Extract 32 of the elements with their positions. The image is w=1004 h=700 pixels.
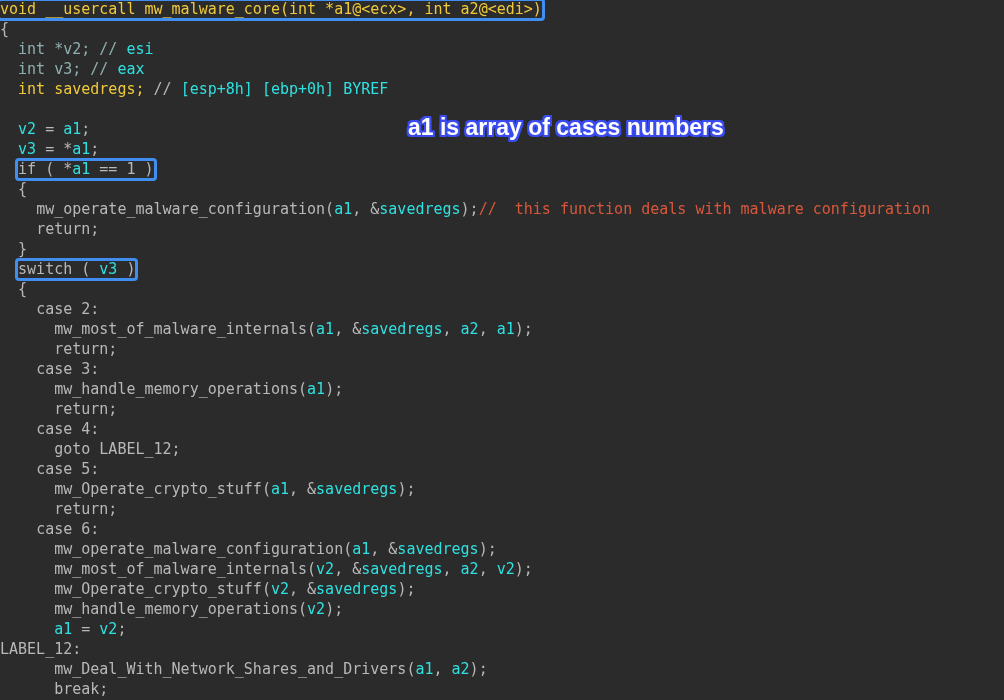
code-line: { [0, 19, 11, 40]
annotation-label: a1 is array of cases numbers [408, 114, 724, 141]
code-line: case 6: [35, 519, 101, 540]
code-line: mw_handle_memory_operations(a1); [53, 379, 345, 400]
code-line: return; [53, 399, 119, 420]
code-line: return; [53, 499, 119, 520]
code-line: goto LABEL_12; [53, 439, 182, 460]
code-line: mw_Deal_With_Network_Shares_and_Drivers(a1, a2); [53, 659, 489, 680]
code-line: mw_Operate_crypto_stuff(a1, &savedregs); [53, 479, 417, 500]
code-line: return; [35, 219, 101, 240]
code-line: a1 = v2; [53, 619, 128, 640]
code-line: { [17, 179, 29, 200]
code-line: break; [53, 679, 110, 700]
code-line: mw_Operate_crypto_stuff(v2, &savedregs); [53, 579, 417, 600]
code-line: int *v2; // esi [17, 39, 155, 60]
code-line: case 5: [35, 459, 101, 480]
code-line: mw_operate_malware_configuration(a1, &savedregs); [53, 539, 498, 560]
code-line: mw_most_of_malware_internals(v2, &savedregs, a2, v2); [53, 559, 534, 580]
code-line: mw_operate_malware_configuration(a1, &savedregs);// this function deals with malware configuration [35, 199, 932, 220]
code-line: int v3; // eax [17, 59, 146, 80]
code-line: int savedregs; // [esp+8h] [ebp+0h] BYREF [17, 79, 390, 100]
code-line: { [17, 279, 29, 300]
code-line: case 4: [35, 419, 101, 440]
code-line: mw_most_of_malware_internals(a1, &savedregs, a2, a1); [53, 319, 534, 340]
code-line: v3 = *a1; [17, 139, 101, 160]
code-line: LABEL_12: [0, 639, 83, 660]
code-line: v2 = a1; [17, 119, 92, 140]
code-line: } [17, 239, 29, 260]
code-line: case 2: [35, 299, 101, 320]
code-line: case 3: [35, 359, 101, 380]
code-line: return; [53, 339, 119, 360]
code-line: mw_handle_memory_operations(v2); [53, 599, 345, 620]
